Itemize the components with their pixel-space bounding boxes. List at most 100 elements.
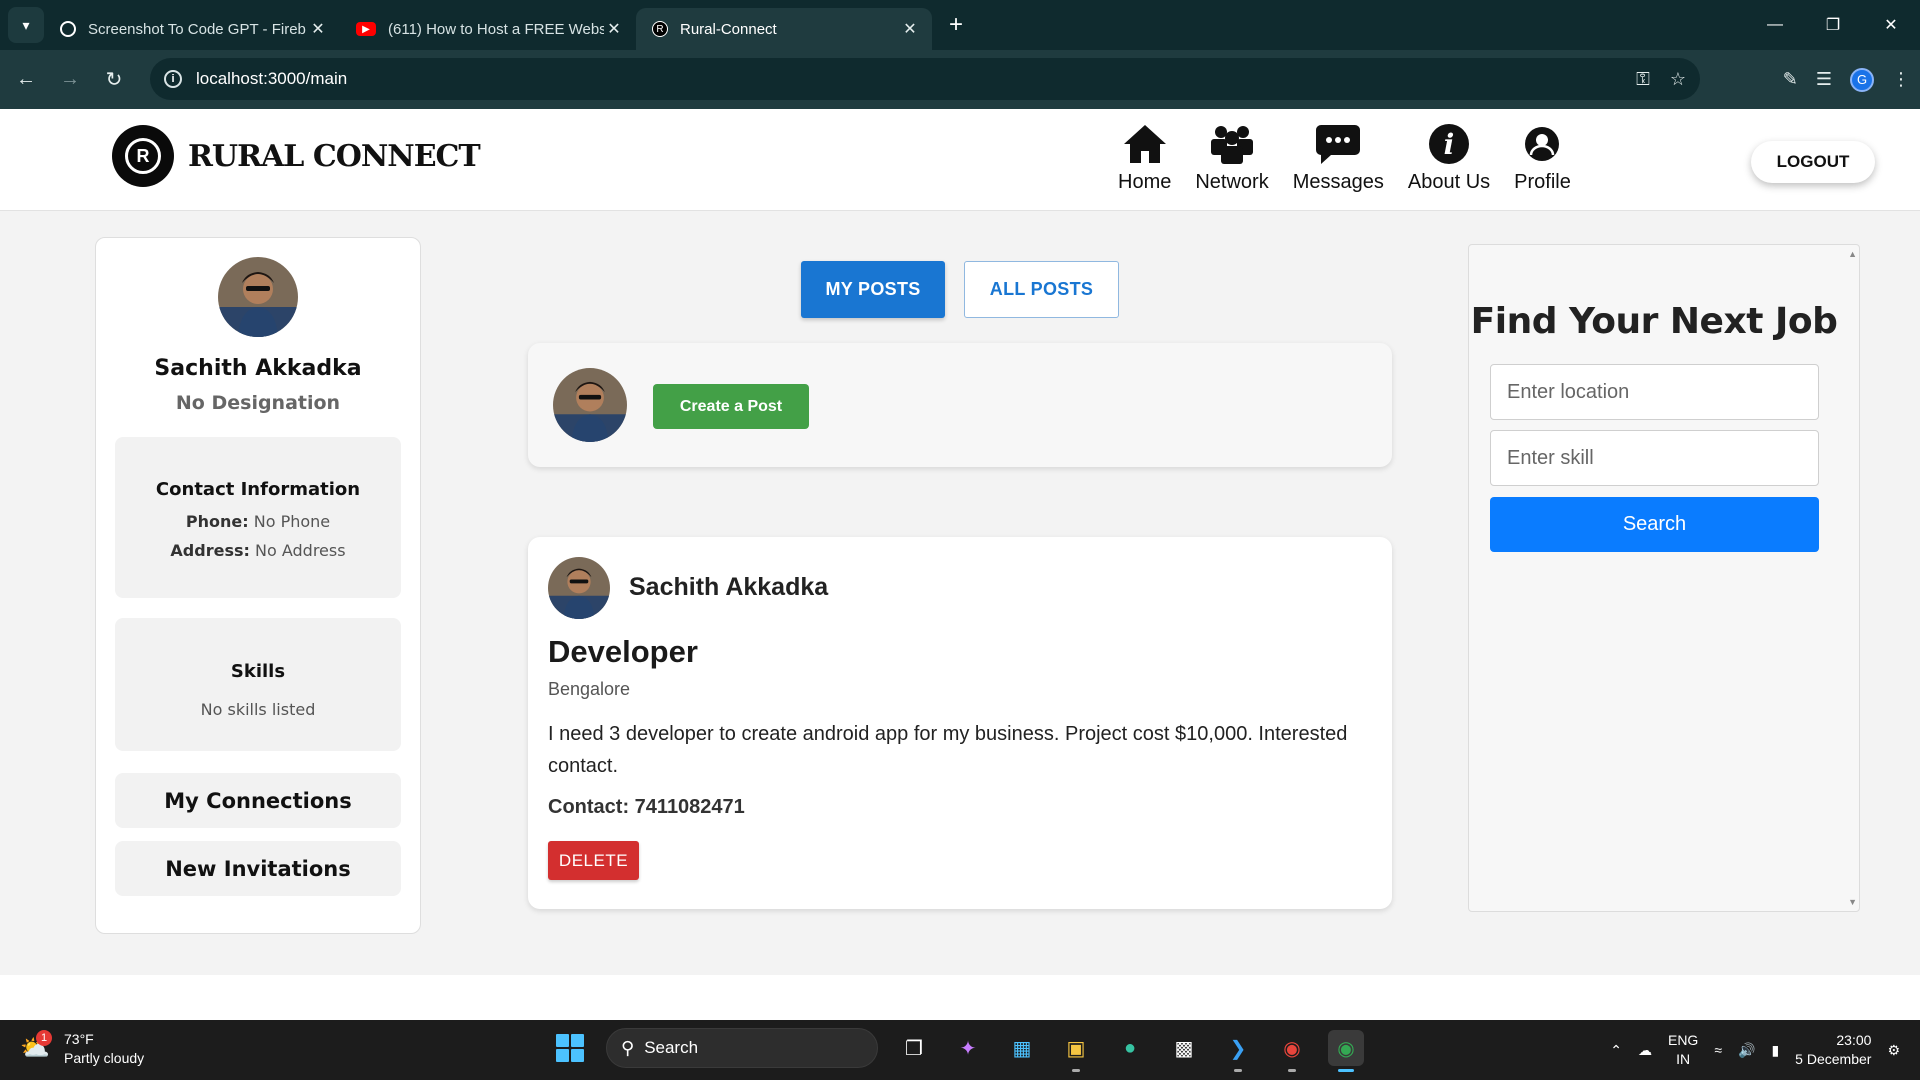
svg-text:i: i xyxy=(1444,128,1455,161)
chevron-up-icon[interactable]: ⌃ xyxy=(1610,1042,1622,1059)
address-line: Address: No Address xyxy=(115,541,401,560)
weather-badge: 1 xyxy=(36,1030,52,1046)
language-indicator[interactable]: ENG IN xyxy=(1668,1031,1698,1069)
nav-item-home[interactable]: Home xyxy=(1118,121,1171,194)
contact-value: 7411082471 xyxy=(634,796,745,818)
nav-item-profile[interactable]: Profile xyxy=(1514,121,1571,194)
nav-label: Network xyxy=(1195,171,1269,193)
job-panel-scrollbar[interactable]: ▲ ▼ xyxy=(1847,245,1859,911)
nav-item-messages[interactable]: Messages xyxy=(1293,121,1384,194)
notifications-icon[interactable]: ⚙ xyxy=(1887,1042,1900,1059)
scroll-up-icon[interactable]: ▲ xyxy=(1848,249,1857,259)
skill-input[interactable] xyxy=(1490,430,1819,486)
window-close-icon[interactable]: ✕ xyxy=(1862,0,1920,50)
back-icon[interactable]: ← xyxy=(8,62,44,98)
address-bar[interactable]: i localhost:3000/main ⚿ ☆ xyxy=(150,58,1700,100)
copilot-icon[interactable]: ✦ xyxy=(950,1030,986,1066)
nav-item-about-us[interactable]: i About Us xyxy=(1408,121,1490,194)
store-icon[interactable]: ▦ xyxy=(1004,1030,1040,1066)
browser-tab-screenshot-to-code[interactable]: Screenshot To Code GPT - Fireb ✕ xyxy=(44,8,340,50)
delete-post-button[interactable]: DELETE xyxy=(548,841,639,880)
brand[interactable]: R RURAL CONNECT xyxy=(112,125,481,187)
create-post-button[interactable]: Create a Post xyxy=(653,384,809,429)
location-input[interactable] xyxy=(1490,364,1819,420)
restore-icon[interactable]: ❐ xyxy=(1804,0,1862,50)
browser-profile-avatar[interactable]: G xyxy=(1850,67,1874,92)
browser-tab-rural-connect[interactable]: R Rural-Connect ✕ xyxy=(636,8,932,50)
volume-icon[interactable]: 🔊 xyxy=(1738,1042,1755,1059)
terminal-icon[interactable]: ▩ xyxy=(1166,1030,1202,1066)
rural-connect-icon: R xyxy=(652,21,668,37)
weather-widget[interactable]: ⛅ 1 73°F Partly cloudy xyxy=(20,1030,144,1068)
post-author: Sachith Akkadka xyxy=(629,573,829,601)
phone-label: Phone: xyxy=(185,512,249,531)
forward-icon[interactable]: → xyxy=(52,62,88,98)
brand-logo-icon: R xyxy=(112,125,174,187)
bookmark-star-icon[interactable]: ☆ xyxy=(1670,69,1686,90)
new-invitations-button[interactable]: New Invitations xyxy=(115,841,401,896)
my-connections-button[interactable]: My Connections xyxy=(115,773,401,828)
tab-title: (611) How to Host a FREE Webs xyxy=(388,20,604,38)
close-tab-icon[interactable]: ✕ xyxy=(308,19,328,39)
post-card: Sachith Akkadka Developer Bengalore I ne… xyxy=(528,537,1392,909)
avatar[interactable] xyxy=(218,257,298,337)
battery-icon[interactable]: ▮ xyxy=(1771,1042,1779,1059)
key-icon[interactable]: ⚿ xyxy=(1636,69,1650,90)
tab-my-posts[interactable]: MY POSTS xyxy=(801,261,945,318)
site-info-icon[interactable]: i xyxy=(164,70,182,88)
app-header: R RURAL CONNECT Home Network Messages i xyxy=(0,109,1920,211)
clock[interactable]: 23:00 5 December xyxy=(1795,1031,1871,1069)
create-post-card: Create a Post xyxy=(528,343,1392,467)
browser-tab-youtube[interactable]: ▶ (611) How to Host a FREE Webs ✕ xyxy=(340,8,636,50)
logout-button[interactable]: LOGOUT xyxy=(1751,141,1875,183)
chrome-icon[interactable]: ◉ xyxy=(1274,1030,1310,1072)
network-icon xyxy=(1209,121,1255,167)
weather-temp: 73°F xyxy=(64,1031,94,1047)
info-icon: i xyxy=(1428,121,1470,167)
nav-label: About Us xyxy=(1407,171,1491,193)
browser-menu-icon[interactable]: ⋮ xyxy=(1892,69,1910,90)
nav-item-network[interactable]: Network xyxy=(1195,121,1269,194)
openai-icon xyxy=(60,21,76,37)
onedrive-icon[interactable]: ☁ xyxy=(1638,1042,1652,1059)
tab-search-chevron-icon[interactable]: ▾ xyxy=(8,7,44,43)
vscode-icon[interactable]: ❯ xyxy=(1220,1030,1256,1072)
lang-top: ENG xyxy=(1667,1032,1699,1048)
job-search-panel: Find Your Next Job Search ▲ ▼ xyxy=(1468,244,1860,912)
task-view-icon[interactable]: ❐ xyxy=(896,1030,932,1066)
avatar xyxy=(553,368,627,442)
windows-start-icon[interactable] xyxy=(552,1030,588,1066)
wifi-icon[interactable]: ≈ xyxy=(1714,1042,1722,1058)
close-tab-icon[interactable]: ✕ xyxy=(604,19,624,39)
edge-icon[interactable]: ● xyxy=(1112,1030,1148,1066)
post-body: I need 3 developer to create android app… xyxy=(548,723,1348,777)
brand-logo-letter: R xyxy=(125,138,161,174)
file-explorer-icon[interactable]: ▣ xyxy=(1058,1030,1094,1072)
post-tabs: MY POSTS ALL POSTS xyxy=(801,261,1119,318)
main-nav: Home Network Messages i About Us Profile xyxy=(1118,121,1595,194)
phone-line: Phone: No Phone xyxy=(115,512,401,531)
weather-text: 73°F Partly cloudy xyxy=(64,1030,144,1068)
tab-all-posts[interactable]: ALL POSTS xyxy=(964,261,1119,318)
nav-label: Messages xyxy=(1292,171,1384,193)
search-icon: ⚲ xyxy=(621,1037,635,1058)
minimize-icon[interactable]: — xyxy=(1746,0,1804,50)
lang-bottom: IN xyxy=(1676,1051,1691,1067)
extensions-icon[interactable]: ✎ xyxy=(1783,69,1798,90)
taskbar-search-label: Search xyxy=(644,1038,699,1057)
scroll-down-icon[interactable]: ▼ xyxy=(1848,897,1857,907)
tab-title: Rural-Connect xyxy=(680,20,777,38)
tab-title: Screenshot To Code GPT - Fireb xyxy=(88,20,306,38)
media-control-icon[interactable]: ☰ xyxy=(1816,69,1832,90)
profile-icon xyxy=(1524,121,1560,167)
reload-icon[interactable]: ↻ xyxy=(96,62,132,98)
contact-label: Contact: xyxy=(548,796,630,818)
job-search-button[interactable]: Search xyxy=(1490,497,1819,552)
chrome-profile-icon[interactable]: ◉ xyxy=(1328,1030,1364,1072)
profile-name: Sachith Akkadka xyxy=(154,356,362,381)
taskbar-search[interactable]: ⚲ Search xyxy=(606,1028,878,1068)
skills-box: Skills No skills listed xyxy=(115,618,401,751)
new-tab-button[interactable]: + xyxy=(938,7,974,43)
address-value: No Address xyxy=(255,541,346,560)
close-tab-icon[interactable]: ✕ xyxy=(900,19,920,39)
